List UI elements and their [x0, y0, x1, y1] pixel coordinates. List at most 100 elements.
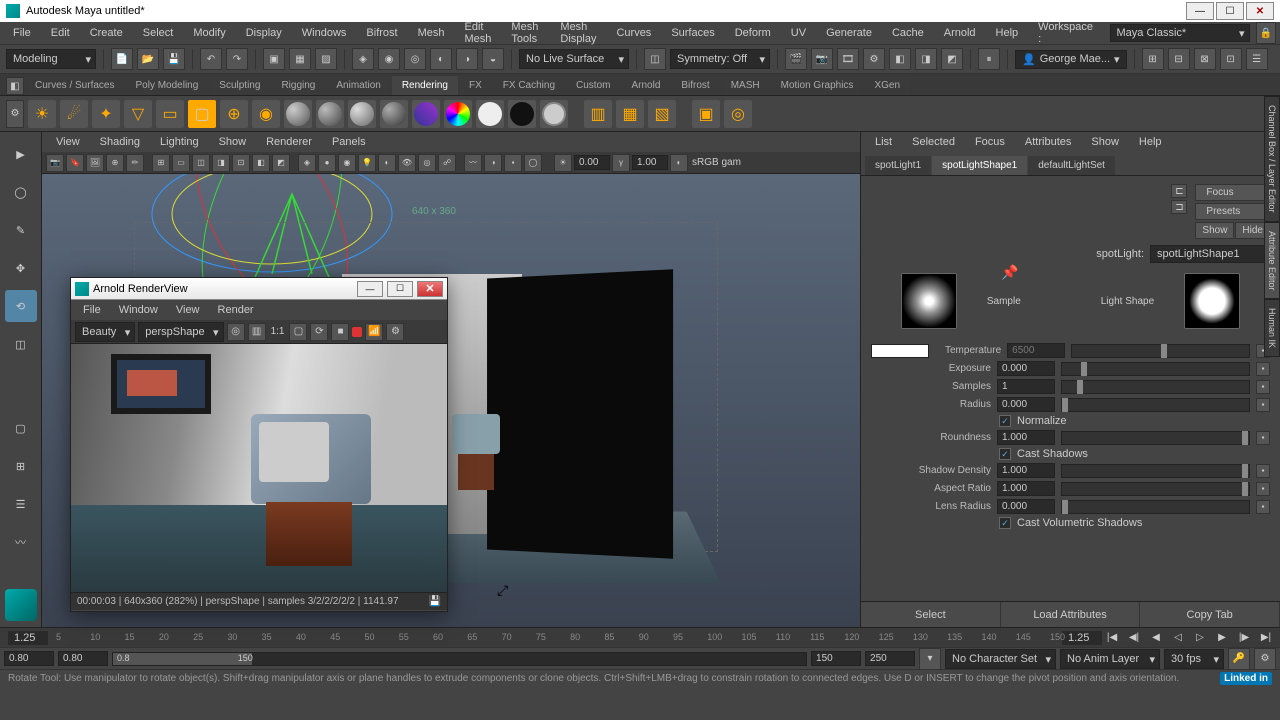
play-forward-button[interactable]: ▷ [1190, 630, 1210, 646]
vp-shaded[interactable]: ● [318, 154, 336, 172]
shadowdensity-field[interactable]: 1.000 [997, 463, 1055, 478]
attr-menu-show[interactable]: Show [1083, 134, 1127, 150]
view-menu-panels[interactable]: Panels [324, 134, 374, 150]
lensradius-slider[interactable] [1061, 500, 1250, 514]
menu-uv[interactable]: UV [782, 24, 815, 42]
volume-light-icon[interactable]: ▢ [188, 100, 216, 128]
samples-map-button[interactable]: ▪ [1256, 380, 1270, 394]
side-tab-humanik[interactable]: Human IK [1264, 299, 1280, 357]
arnold-menu-window[interactable]: Window [111, 302, 166, 318]
attr-copytab-button[interactable]: Copy Tab [1140, 602, 1280, 627]
menu-edit[interactable]: Edit [42, 24, 79, 42]
vp-wireframe[interactable]: ◈ [298, 154, 316, 172]
radius-map-button[interactable]: ▪ [1256, 398, 1270, 412]
symmetry-dropdown[interactable]: Symmetry: Off [670, 49, 770, 69]
vp-textured[interactable]: ◉ [338, 154, 356, 172]
shelf-tab-custom[interactable]: Custom [566, 76, 620, 95]
attr-tab-defaultlightset[interactable]: defaultLightSet [1028, 156, 1115, 175]
attr-load-button[interactable]: Load Attributes [1001, 602, 1141, 627]
emitter-icon[interactable]: ⊕ [220, 100, 248, 128]
pushpin-icon[interactable]: 📌 [1001, 264, 1018, 281]
ipr-render-button[interactable]: 📷 [811, 48, 833, 70]
vp-xray[interactable]: ◎ [418, 154, 436, 172]
snap-point-button[interactable]: ◎ [404, 48, 426, 70]
samples-slider[interactable] [1061, 380, 1250, 394]
snap-plane-button[interactable]: ◐ [430, 48, 452, 70]
temperature-field[interactable]: 6500 [1007, 343, 1065, 358]
shelf-tab-fxcaching[interactable]: FX Caching [493, 76, 565, 95]
range-playstart-field[interactable]: 0.80 [58, 651, 108, 666]
account-button[interactable]: 👤 George Mae... ▾ [1015, 50, 1127, 69]
vp-grid[interactable]: ⊞ [152, 154, 170, 172]
blinn-icon[interactable] [284, 100, 312, 128]
vp-film-gate[interactable]: ▭ [172, 154, 190, 172]
arnold-settings-button[interactable]: ⚙ [386, 323, 404, 341]
workspace-dropdown[interactable]: Maya Classic* [1110, 24, 1250, 42]
attr-tab-spotlightshape[interactable]: spotLightShape1 [932, 156, 1027, 175]
vp-dof[interactable]: ◯ [524, 154, 542, 172]
select-hierarchy-button[interactable]: ▣ [263, 48, 285, 70]
aspectratio-map-button[interactable]: ▪ [1256, 482, 1270, 496]
arnold-menu-view[interactable]: View [168, 302, 208, 318]
exposure-field[interactable]: 0.000 [997, 361, 1055, 376]
anisotropic-icon[interactable] [476, 100, 504, 128]
attribute-editor-button[interactable]: ⊠ [1194, 48, 1216, 70]
menuset-dropdown[interactable]: Modeling [6, 49, 96, 69]
menu-windows[interactable]: Windows [293, 24, 356, 42]
shelf-tab-sculpt[interactable]: Sculpting [209, 76, 270, 95]
menu-deform[interactable]: Deform [726, 24, 780, 42]
roundness-slider[interactable] [1061, 431, 1250, 445]
phonge-icon[interactable] [380, 100, 408, 128]
vp-safe-action[interactable]: ◧ [252, 154, 270, 172]
fps-dropdown[interactable]: 30 fps [1164, 649, 1224, 669]
batch-render-icon[interactable]: ▣ [692, 100, 720, 128]
attr-menu-selected[interactable]: Selected [904, 134, 963, 150]
vp-image-plane[interactable]: 🖼 [86, 154, 104, 172]
arnold-refresh-button[interactable]: ⟳ [310, 323, 328, 341]
view-menu-view[interactable]: View [48, 134, 88, 150]
arnold-render-image[interactable] [71, 344, 447, 592]
step-back-button[interactable]: ◀ [1146, 630, 1166, 646]
arnold-region-button[interactable]: ◎ [227, 323, 245, 341]
attr-menu-focus[interactable]: Focus [967, 134, 1013, 150]
select-object-button[interactable]: ▦ [289, 48, 311, 70]
light-linking-icon[interactable]: ◉ [252, 100, 280, 128]
current-frame-field[interactable]: 1.25 [1062, 631, 1102, 645]
vp-2d-pan[interactable]: ⊕ [106, 154, 124, 172]
lensradius-field[interactable]: 0.000 [997, 499, 1055, 514]
menu-file[interactable]: File [4, 24, 40, 42]
shadowdensity-slider[interactable] [1061, 464, 1250, 478]
rotate-tool[interactable]: ⟲ [5, 290, 37, 322]
undo-button[interactable]: ↶ [200, 48, 222, 70]
arnold-renderview-window[interactable]: Arnold RenderView — ☐ ✕ File Window View… [70, 277, 448, 612]
arnold-menu-render[interactable]: Render [210, 302, 262, 318]
layered-icon[interactable] [508, 100, 536, 128]
castshadows-checkbox[interactable]: ✓ [999, 448, 1011, 460]
snap-curve-button[interactable]: ◉ [378, 48, 400, 70]
move-tool[interactable]: ✥ [5, 252, 37, 284]
vp-grease[interactable]: ✏ [126, 154, 144, 172]
menu-mesh[interactable]: Mesh [409, 24, 454, 42]
vp-shadows[interactable]: ◐ [378, 154, 396, 172]
attr-presets-button[interactable]: Presets [1195, 203, 1270, 220]
shelf-tab-poly[interactable]: Poly Modeling [125, 76, 208, 95]
shelf-tab-xgen[interactable]: XGen [864, 76, 910, 95]
render-sequence-button[interactable]: 🎞 [837, 48, 859, 70]
phong-icon[interactable] [348, 100, 376, 128]
menu-arnold[interactable]: Arnold [935, 24, 985, 42]
aspectratio-field[interactable]: 1.000 [997, 481, 1055, 496]
vp-colorspace-icon[interactable]: ◐ [670, 154, 688, 172]
aspectratio-slider[interactable] [1061, 482, 1250, 496]
shelf-tab-rigging[interactable]: Rigging [271, 76, 325, 95]
shadowdensity-map-button[interactable]: ▪ [1256, 464, 1270, 478]
lightshape-swatch[interactable] [1184, 273, 1240, 329]
exposure-map-button[interactable]: ▪ [1256, 362, 1270, 376]
vp-isolate[interactable]: 👁 [398, 154, 416, 172]
ambient-light-icon[interactable]: ☀ [28, 100, 56, 128]
snap-view-button[interactable]: ◑ [456, 48, 478, 70]
menu-create[interactable]: Create [81, 24, 132, 42]
shelf-tab-motiongfx[interactable]: Motion Graphics [771, 76, 864, 95]
shelf-editor-button[interactable]: ◧ [6, 77, 24, 95]
render-layer-icon[interactable]: ▥ [584, 100, 612, 128]
surface-shader-icon[interactable] [444, 100, 472, 128]
